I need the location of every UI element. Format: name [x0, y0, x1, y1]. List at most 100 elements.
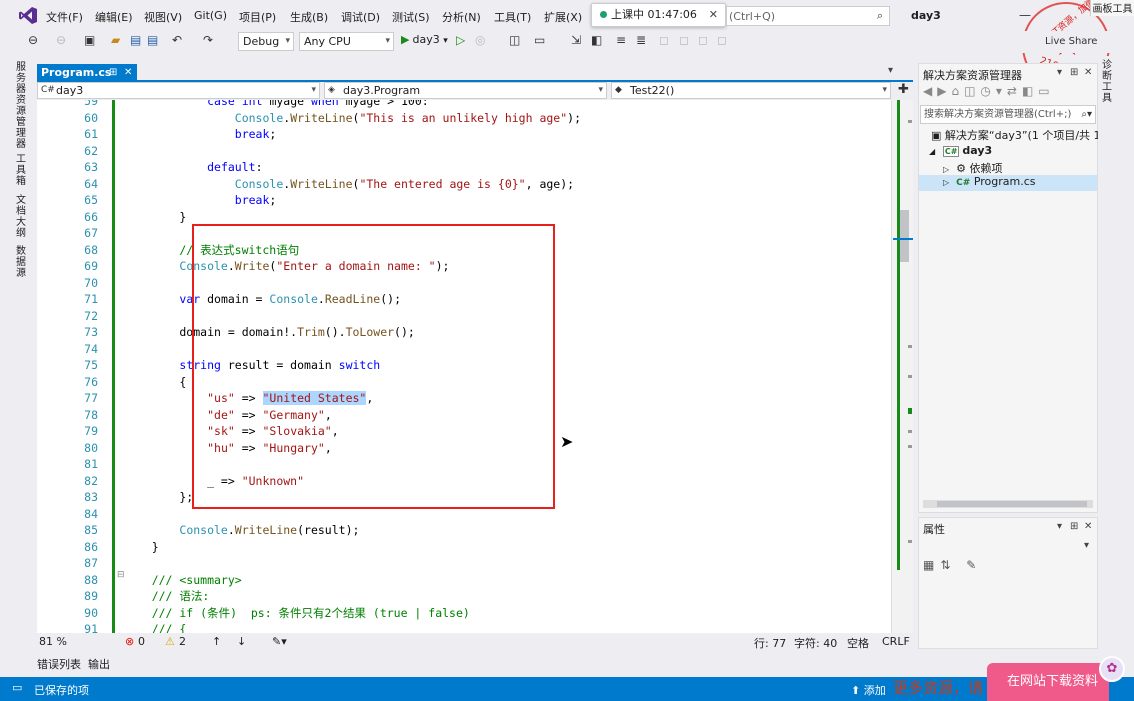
- visual-studio-logo[interactable]: [19, 7, 37, 24]
- menu-edit[interactable]: 编辑(E): [95, 9, 133, 25]
- editor-scrollbar[interactable]: [891, 100, 913, 633]
- close-icon[interactable]: ✕: [1084, 67, 1092, 78]
- redo-icon[interactable]: ↷: [203, 33, 213, 47]
- code-line[interactable]: "us" => "United States",: [124, 390, 373, 407]
- start-without-debug-icon[interactable]: ▷: [456, 33, 465, 47]
- solution-search-input[interactable]: 搜索解决方案资源管理器(Ctrl+;) ⌕▾: [920, 105, 1096, 124]
- menu-build[interactable]: 生成(B): [290, 9, 328, 25]
- menu-file[interactable]: 文件(F): [46, 9, 83, 25]
- search-input[interactable]: (Ctrl+Q) ⌕: [726, 6, 890, 26]
- new-project-icon[interactable]: ▣: [84, 33, 95, 47]
- tab-program-cs[interactable]: Program.cs ⊞ ✕: [37, 64, 137, 81]
- arrow-up-icon[interactable]: ↑: [212, 635, 221, 648]
- code-line[interactable]: "sk" => "Slovakia",: [124, 423, 339, 440]
- config-dropdown[interactable]: Debug ▾: [238, 32, 294, 51]
- code-line[interactable]: "de" => "Germany",: [124, 407, 332, 424]
- live-share-button[interactable]: Live Share: [1045, 36, 1097, 47]
- code-editor[interactable]: 59 case int myage when myage > 100: 60 Co…: [37, 100, 891, 633]
- solution-toolbar[interactable]: ◀▶⌂◫◷▾⇄◧▭: [923, 84, 1055, 98]
- undo-icon[interactable]: ↶: [172, 33, 182, 47]
- code-line[interactable]: /// <summary>: [124, 572, 242, 589]
- code-line[interactable]: "hu" => "Hungary",: [124, 440, 332, 457]
- brush-icon[interactable]: ✎▾: [272, 635, 287, 648]
- code-line[interactable]: Console.Write("Enter a domain name: ");: [124, 258, 449, 275]
- pin-icon[interactable]: ⊞: [1070, 67, 1078, 78]
- menu-project[interactable]: 项目(P): [239, 9, 276, 25]
- forward-icon[interactable]: ⊖: [56, 33, 66, 47]
- add-to-source-control[interactable]: ⬆ 添加: [851, 682, 886, 698]
- menu-analyze[interactable]: 分析(N): [442, 9, 481, 25]
- tab-list-icon[interactable]: ▾: [888, 65, 893, 76]
- tab-toolbox[interactable]: 工具箱: [16, 154, 28, 187]
- menu-debug[interactable]: 调试(D): [341, 9, 380, 25]
- code-line[interactable]: /// 语法:: [124, 588, 210, 605]
- code-line[interactable]: };: [124, 489, 193, 506]
- corner-tab[interactable]: 画板工具: [1090, 0, 1134, 16]
- tab-output[interactable]: 输出: [88, 656, 110, 672]
- fold-icon[interactable]: ⊟: [117, 570, 125, 580]
- code-line[interactable]: }: [124, 209, 186, 226]
- save-icon[interactable]: ▤: [130, 33, 141, 47]
- menu-extensions[interactable]: 扩展(X): [544, 9, 582, 25]
- code-line[interactable]: string result = domain switch: [124, 357, 380, 374]
- code-line[interactable]: default:: [124, 159, 262, 176]
- tab-data-sources[interactable]: 数据源: [16, 246, 28, 279]
- nav-icon-4[interactable]: ◻: [717, 33, 727, 47]
- code-line[interactable]: domain = domain!.Trim().ToLower();: [124, 324, 414, 341]
- comment-icon[interactable]: ≡: [616, 33, 626, 47]
- zoom-level[interactable]: 81 %: [39, 635, 67, 648]
- tree-project[interactable]: ◢ C# day3: [929, 144, 992, 157]
- error-count[interactable]: 0: [138, 635, 145, 648]
- code-line[interactable]: break;: [124, 126, 277, 143]
- tab-server-explorer[interactable]: 服务器资源管理器: [16, 62, 28, 150]
- warning-count[interactable]: 2: [179, 635, 186, 648]
- back-icon[interactable]: ⊖: [28, 33, 38, 47]
- uncomment-icon[interactable]: ≣: [636, 33, 646, 47]
- class-dropdown[interactable]: ◈ day3.Program ▾: [324, 82, 607, 99]
- run-button[interactable]: ▶ day3 ▾: [401, 33, 448, 46]
- nav-icon-2[interactable]: ◻: [679, 33, 689, 47]
- code-line[interactable]: Console.WriteLine(result);: [124, 522, 359, 539]
- menu-view[interactable]: 视图(V): [144, 9, 182, 25]
- menu-tools[interactable]: 工具(T): [494, 9, 531, 25]
- browse-icon[interactable]: ◫: [509, 33, 520, 47]
- code-line[interactable]: // 表达式switch语句: [124, 242, 299, 259]
- dropdown-icon[interactable]: ▾: [1057, 521, 1062, 532]
- tree-program-cs[interactable]: ▷ C# Program.cs: [919, 175, 1097, 191]
- close-icon[interactable]: ✕: [124, 64, 132, 81]
- download-button[interactable]: 在网站下载资料: [987, 663, 1109, 701]
- platform-dropdown[interactable]: Any CPU ▾: [299, 32, 394, 51]
- split-icon[interactable]: ✚: [898, 82, 909, 97]
- code-line[interactable]: _ => "Unknown": [124, 473, 304, 490]
- chevron-down-icon[interactable]: ▾: [1084, 540, 1089, 551]
- bookmark-icon[interactable]: ◧: [591, 33, 602, 47]
- nav-icon[interactable]: ◻: [659, 33, 669, 47]
- close-icon[interactable]: ✕: [709, 4, 718, 26]
- code-line[interactable]: break;: [124, 192, 277, 209]
- tree-solution[interactable]: ▣ 解决方案“day3”(1 个项目/共 1 个): [931, 127, 1119, 143]
- code-line[interactable]: /// if (条件) ps: 条件只有2个结果 (true | false): [124, 605, 470, 622]
- save-all-icon[interactable]: ▤: [147, 33, 158, 47]
- dropdown-icon[interactable]: ▾: [1057, 67, 1062, 78]
- properties-toolbar[interactable]: ▦⇅ ✎: [923, 558, 982, 572]
- pin-icon[interactable]: ⊞: [1070, 521, 1078, 532]
- indent-mode[interactable]: 空格: [847, 635, 869, 651]
- menu-test[interactable]: 测试(S): [392, 9, 430, 25]
- close-icon[interactable]: ✕: [1084, 521, 1092, 532]
- line-ending[interactable]: CRLF: [882, 635, 910, 648]
- menu-git[interactable]: Git(G): [194, 9, 227, 22]
- tree-dependencies[interactable]: ▷ ⚙ 依赖项: [943, 160, 1003, 176]
- code-line[interactable]: var domain = Console.ReadLine();: [124, 291, 401, 308]
- search-icon[interactable]: ⌕▾: [1081, 106, 1092, 123]
- code-line[interactable]: Console.WriteLine("This is an unlikely h…: [124, 110, 581, 127]
- arrow-down-icon[interactable]: ↓: [237, 635, 246, 648]
- code-line[interactable]: }: [124, 539, 159, 556]
- nav-icon-3[interactable]: ◻: [698, 33, 708, 47]
- open-folder-icon[interactable]: ▰: [111, 33, 120, 47]
- project-dropdown[interactable]: C# day3 ▾: [37, 82, 320, 99]
- hot-reload-icon[interactable]: ◎: [475, 33, 485, 47]
- tab-error-list[interactable]: 错误列表: [37, 656, 81, 672]
- code-line[interactable]: Console.WriteLine("The entered age is {0…: [124, 176, 574, 193]
- code-line[interactable]: /// {: [124, 621, 187, 633]
- scroll-thumb[interactable]: [937, 501, 1087, 507]
